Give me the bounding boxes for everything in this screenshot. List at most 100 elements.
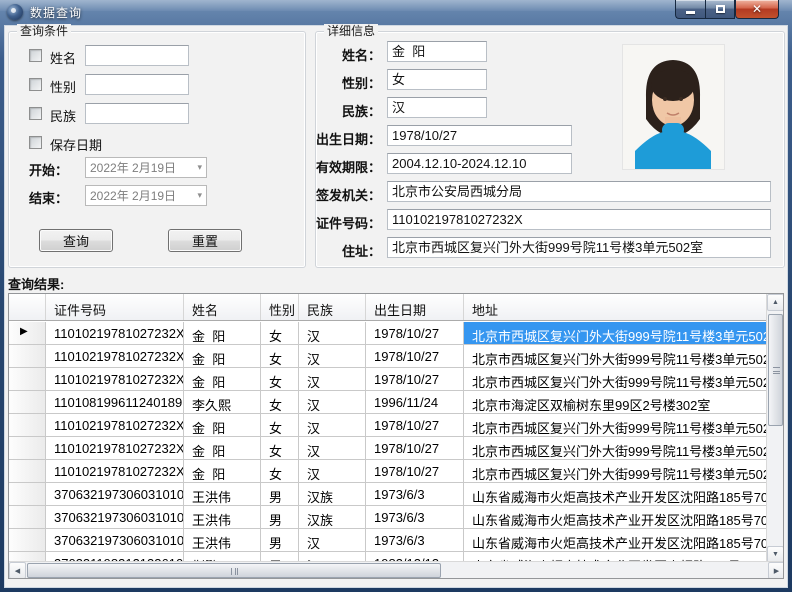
cell[interactable]: 11010219781027232X [46,460,184,482]
detail-field[interactable]: 北京市西城区复兴门外大街999号院11号楼3单元502室 [387,237,771,258]
column-header-3[interactable]: 性别 [261,294,299,320]
cell[interactable]: 男 [261,483,299,505]
cell[interactable]: 1978/10/27 [366,368,464,390]
cell[interactable]: 北京市西城区复兴门外大街999号院11号楼3单元502室 [464,322,768,344]
date-picker[interactable]: 2022年 2月19日▾ [85,185,207,206]
vertical-scrollbar[interactable]: ▲ ▼ [766,294,783,563]
cell[interactable]: 汉 [299,345,366,367]
cell[interactable]: 汉 [299,368,366,390]
date-picker[interactable]: 2022年 2月19日▾ [85,157,207,178]
scroll-up-icon[interactable]: ▲ [767,294,784,311]
cell[interactable]: 金 阳 [184,437,261,459]
cell[interactable]: 370632197306031010 [46,506,184,528]
cell[interactable]: 汉 [299,437,366,459]
cell[interactable]: 1973/6/3 [366,506,464,528]
horizontal-scroll-thumb[interactable] [27,563,441,578]
row-header[interactable] [9,483,46,505]
cell[interactable]: 男 [261,506,299,528]
cell[interactable]: 王洪伟 [184,483,261,505]
cell[interactable]: 女 [261,391,299,413]
close-button[interactable]: ✕ [735,0,779,19]
cell[interactable]: 1978/10/27 [366,414,464,436]
row-header[interactable] [9,368,46,390]
cell[interactable]: 1996/11/24 [366,391,464,413]
column-header-5[interactable]: 出生日期 [366,294,464,320]
cell[interactable]: 1978/10/27 [366,460,464,482]
scroll-right-icon[interactable]: ▶ [768,562,784,579]
cell[interactable]: 北京市海淀区双榆树东里99区2号楼302室 [464,391,768,413]
cell[interactable]: 金 阳 [184,368,261,390]
cell[interactable]: 汉 [299,460,366,482]
maximize-button[interactable] [705,0,735,19]
reset-button[interactable]: 重置 [168,229,242,252]
scroll-left-icon[interactable]: ◀ [9,562,26,579]
column-header-2[interactable]: 姓名 [184,294,261,320]
cell[interactable]: 北京市西城区复兴门外大街999号院11号楼3单元502室 [464,368,768,390]
row-header[interactable] [9,345,46,367]
cell[interactable]: 女 [261,345,299,367]
cell[interactable]: 北京市西城区复兴门外大街999号院11号楼3单元502室 [464,437,768,459]
detail-field[interactable]: 女 [387,69,487,90]
cell[interactable]: 金 阳 [184,345,261,367]
cell[interactable]: 11010219781027232X [46,368,184,390]
column-header-4[interactable]: 民族 [299,294,366,320]
checkbox-性别[interactable] [29,78,42,91]
vertical-scroll-thumb[interactable] [768,314,783,426]
cell[interactable]: 370632197306031010 [46,529,184,551]
cell[interactable]: 汉 [299,414,366,436]
cell[interactable]: 男 [261,529,299,551]
grid-corner-cell[interactable] [9,294,46,320]
cell[interactable]: 汉 [299,529,366,551]
detail-field[interactable]: 1978/10/27 [387,125,572,146]
row-header[interactable] [9,391,46,413]
cell[interactable]: 北京市西城区复兴门外大街999号院11号楼3单元502室 [464,460,768,482]
detail-field[interactable]: 2004.12.10-2024.12.10 [387,153,572,174]
cell[interactable]: 女 [261,322,299,344]
cell[interactable]: 11010219781027232X [46,345,184,367]
column-header-6[interactable]: 地址 [464,294,768,320]
row-header[interactable]: ▶ [9,322,46,344]
cell[interactable]: 北京市西城区复兴门外大街999号院11号楼3单元502室 [464,414,768,436]
cell[interactable]: 370632197306031010 [46,483,184,505]
detail-field[interactable]: 北京市公安局西城分局 [387,181,771,202]
cell[interactable]: 11010219781027232X [46,437,184,459]
cell[interactable]: 北京市西城区复兴门外大街999号院11号楼3单元502室 [464,345,768,367]
title-bar[interactable]: 数据查询 ✕ [0,0,792,25]
filter-input-性别[interactable] [85,74,189,95]
detail-field[interactable]: 汉 [387,97,487,118]
cell[interactable]: 女 [261,414,299,436]
cell[interactable]: 1973/6/3 [366,483,464,505]
cell[interactable]: 汉 [299,391,366,413]
row-header[interactable] [9,506,46,528]
cell[interactable]: 汉族 [299,506,366,528]
cell[interactable]: 金 阳 [184,414,261,436]
cell[interactable]: 王洪伟 [184,506,261,528]
row-header[interactable] [9,529,46,551]
filter-input-姓名[interactable] [85,45,189,66]
cell[interactable]: 1973/6/3 [366,529,464,551]
filter-input-民族[interactable] [85,103,189,124]
cell[interactable]: 李久熙 [184,391,261,413]
cell[interactable]: 女 [261,368,299,390]
row-header[interactable] [9,414,46,436]
cell[interactable]: 金 阳 [184,460,261,482]
row-header[interactable] [9,437,46,459]
column-header-1[interactable]: 证件号码 [46,294,184,320]
cell[interactable]: 山东省威海市火炬高技术产业开发区沈阳路185号703室 [464,529,768,551]
detail-field[interactable]: 金 阳 [387,41,487,62]
row-header[interactable] [9,460,46,482]
cell[interactable]: 1978/10/27 [366,322,464,344]
cell[interactable]: 山东省威海市火炬高技术产业开发区沈阳路185号703室 [464,506,768,528]
cell[interactable]: 1978/10/27 [366,437,464,459]
detail-field[interactable]: 11010219781027232X [387,209,771,230]
cell[interactable]: 11010219781027232X [46,322,184,344]
minimize-button[interactable] [675,0,705,19]
app-icon[interactable] [7,4,23,20]
cell[interactable]: 山东省威海市火炬高技术产业开发区沈阳路185号703室 [464,483,768,505]
cell[interactable]: 汉族 [299,483,366,505]
checkbox-姓名[interactable] [29,49,42,62]
cell[interactable]: 汉 [299,322,366,344]
cell[interactable]: 女 [261,437,299,459]
cell[interactable]: 11010219781027232X [46,414,184,436]
cell[interactable]: 金 阳 [184,322,261,344]
